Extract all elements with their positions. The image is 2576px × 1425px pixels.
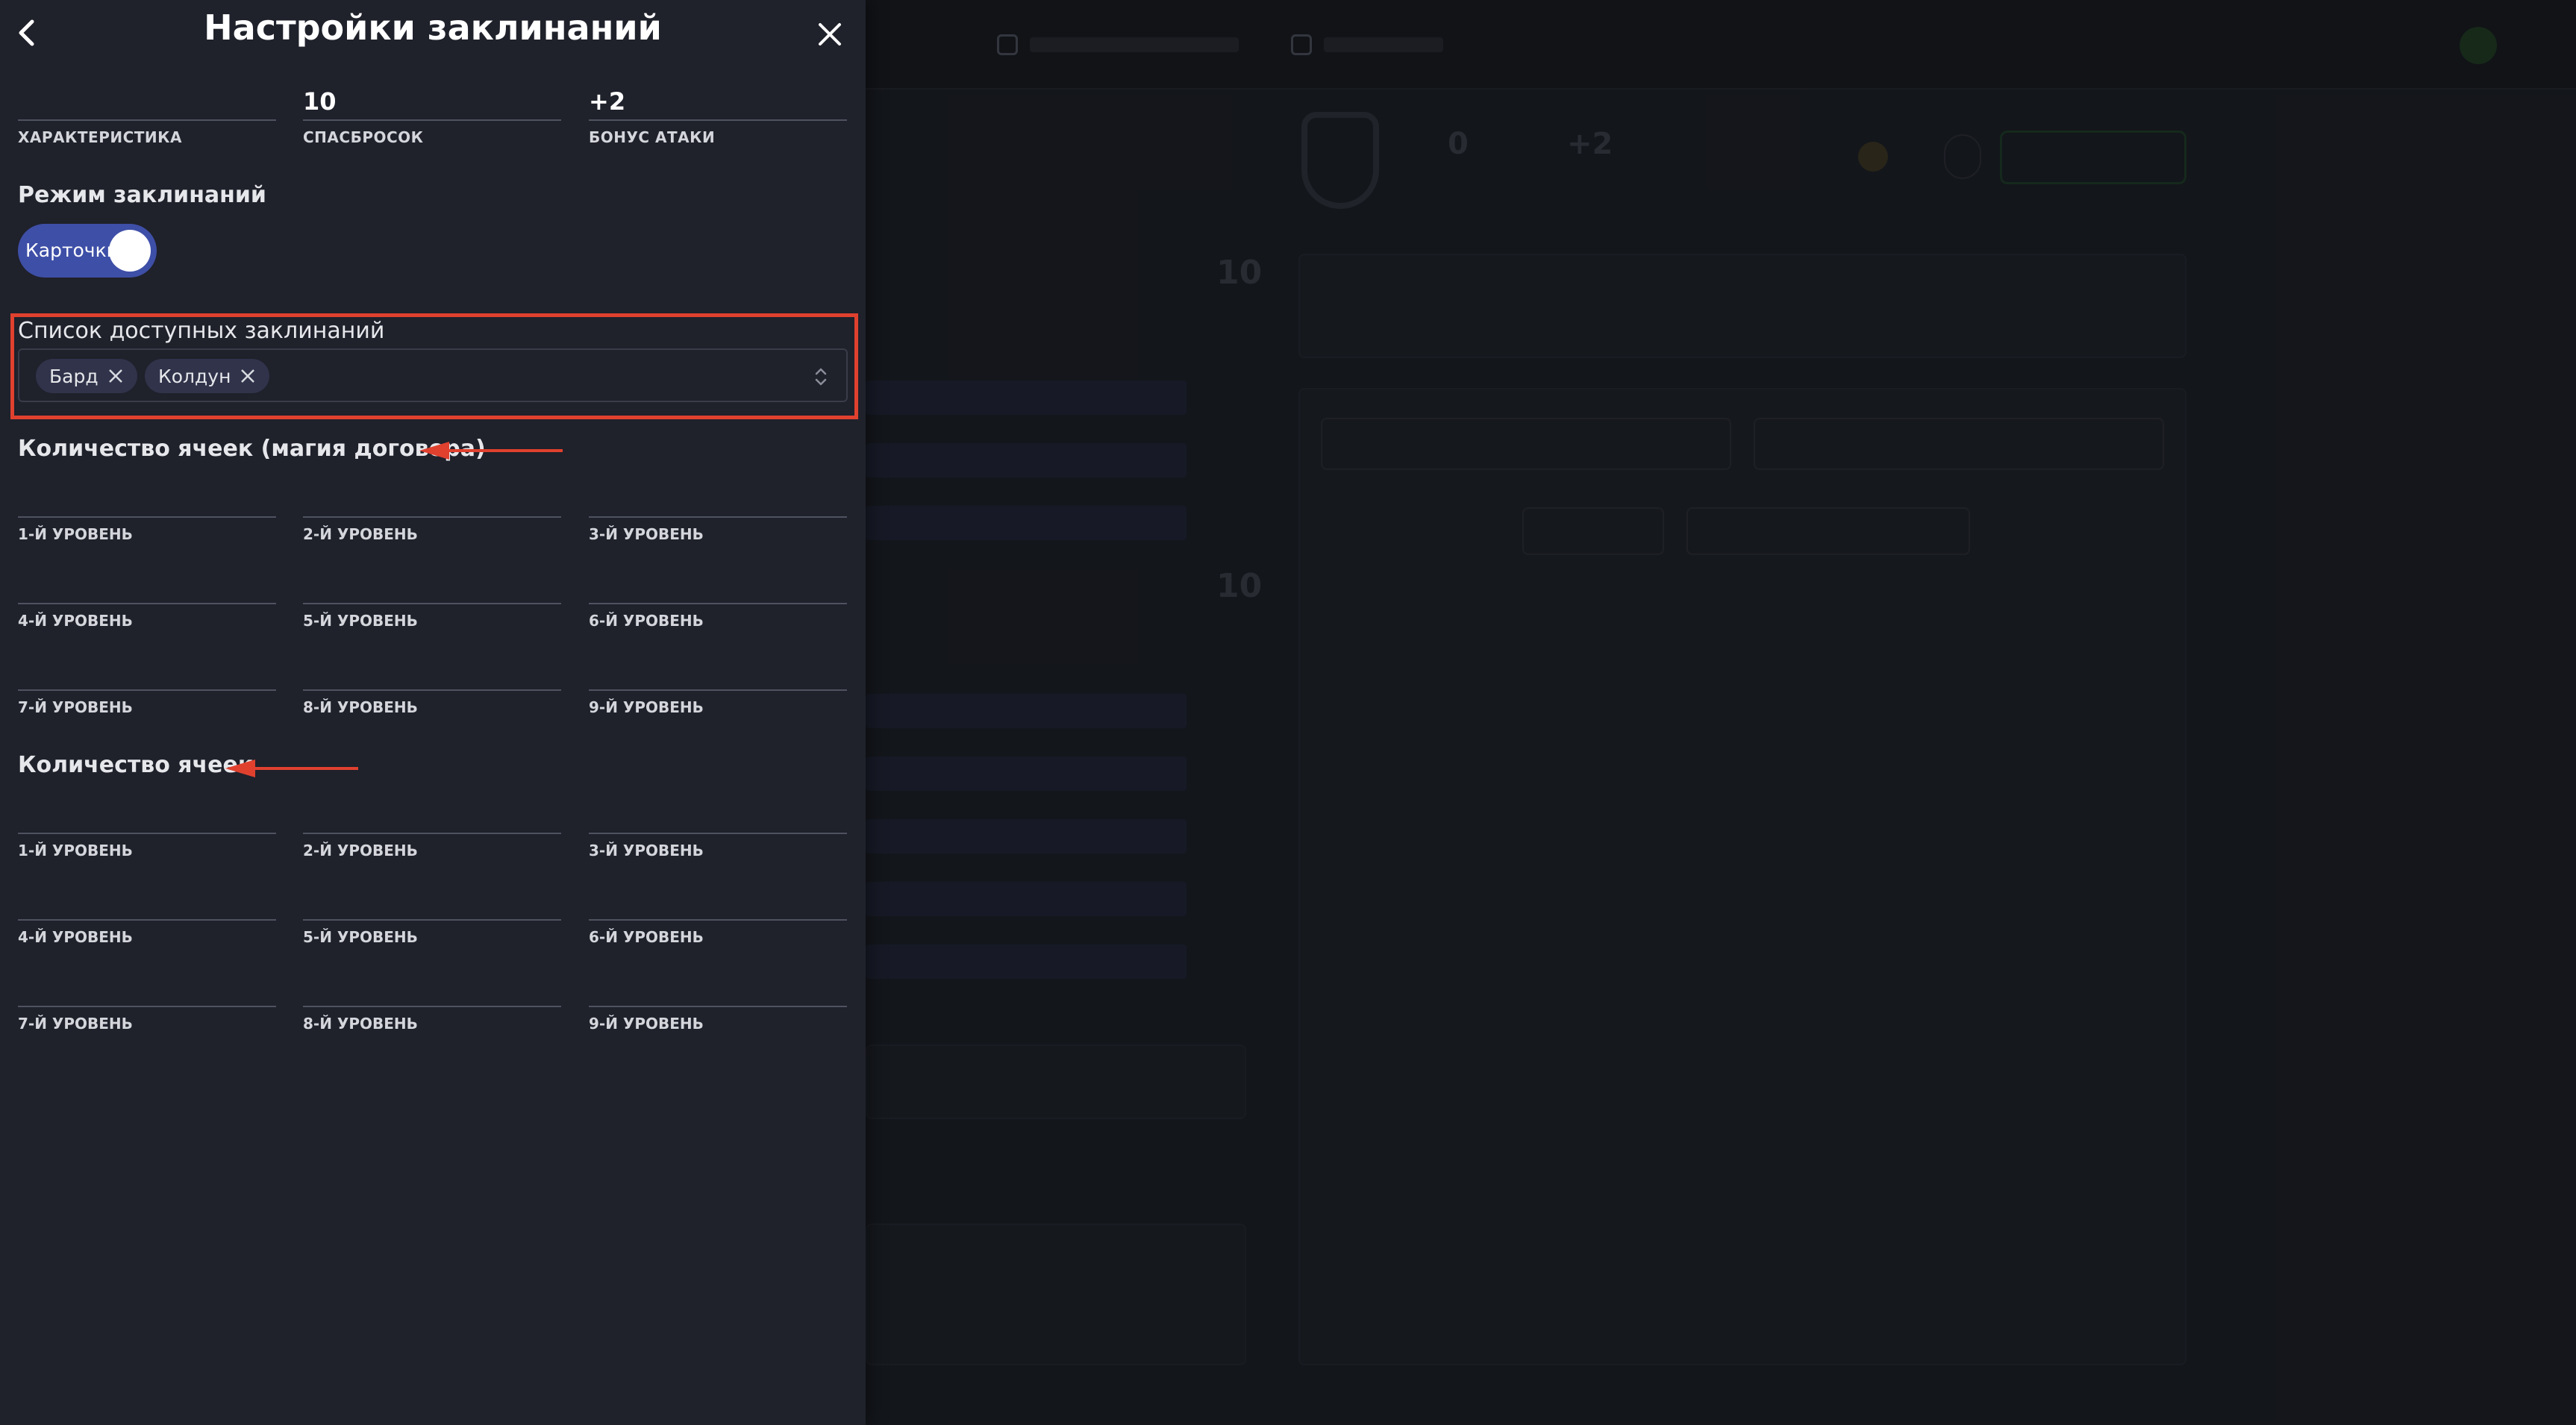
spell-slot-field[interactable]: 1-Й УРОВЕНЬ	[18, 833, 276, 859]
slot-level-label: 1-Й УРОВЕНЬ	[18, 525, 133, 543]
slot-level-label: 7-Й УРОВЕНЬ	[18, 1015, 133, 1033]
spell-mode-heading: Режим заклинаний	[18, 182, 266, 208]
spell-settings-drawer: Настройки заклинаний ХАРАКТЕРИСТИКА 10 С…	[0, 0, 866, 1425]
spell-slot-field[interactable]: 3-Й УРОВЕНЬ	[589, 833, 847, 859]
remove-tag-button[interactable]	[106, 366, 125, 386]
pact-slot-field[interactable]: 4-Й УРОВЕНЬ	[18, 603, 276, 630]
spell-save-dc-value[interactable]: 10	[303, 82, 561, 121]
slot-level-label: 6-Й УРОВЕНЬ	[589, 928, 704, 946]
spell-slot-field[interactable]: 6-Й УРОВЕНЬ	[589, 919, 847, 946]
pact-slot-field[interactable]: 9-Й УРОВЕНЬ	[589, 689, 847, 716]
slot-level-label: 5-Й УРОВЕНЬ	[303, 928, 418, 946]
spell-mode-toggle-label: Карточки	[25, 239, 119, 261]
toggle-knob	[109, 230, 151, 272]
pact-slot-field[interactable]: 5-Й УРОВЕНЬ	[303, 603, 561, 630]
slot-level-label: 2-Й УРОВЕНЬ	[303, 842, 418, 859]
pact-slot-field[interactable]: 8-Й УРОВЕНЬ	[303, 689, 561, 716]
pact-slot-field[interactable]: 6-Й УРОВЕНЬ	[589, 603, 847, 630]
slot-level-label: 4-Й УРОВЕНЬ	[18, 612, 133, 630]
slot-level-label: 4-Й УРОВЕНЬ	[18, 928, 133, 946]
spellcasting-ability-label: ХАРАКТЕРИСТИКА	[18, 128, 182, 146]
pact-slots-heading: Количество ячеек (магия договора)	[18, 436, 486, 462]
spellcasting-ability-field[interactable]: ХАРАКТЕРИСТИКА	[18, 82, 276, 146]
slot-level-label: 6-Й УРОВЕНЬ	[589, 612, 704, 630]
close-button[interactable]	[807, 12, 852, 57]
annotation-arrow	[419, 442, 563, 460]
spell-attack-bonus-label: БОНУС АТАКИ	[589, 128, 716, 146]
tag-label: Бард	[49, 365, 99, 387]
pact-slot-field[interactable]: 3-Й УРОВЕНЬ	[589, 516, 847, 543]
spell-save-dc-label: СПАСБРОСОК	[303, 128, 424, 146]
pact-slot-field[interactable]: 7-Й УРОВЕНЬ	[18, 689, 276, 716]
spell-slot-field[interactable]: 7-Й УРОВЕНЬ	[18, 1006, 276, 1033]
close-icon	[819, 23, 841, 46]
slot-level-label: 9-Й УРОВЕНЬ	[589, 1015, 704, 1033]
chevron-up-down-icon	[815, 368, 827, 386]
slot-level-label: 3-Й УРОВЕНЬ	[589, 842, 704, 859]
spell-slot-field[interactable]: 8-Й УРОВЕНЬ	[303, 1006, 561, 1033]
slot-level-label: 8-Й УРОВЕНЬ	[303, 698, 418, 716]
slot-level-label: 3-Й УРОВЕНЬ	[589, 525, 704, 543]
spell-mode-toggle[interactable]: Карточки	[18, 224, 157, 278]
spellcasting-ability-value[interactable]	[18, 82, 276, 121]
spell-list-tag: Колдун	[145, 359, 270, 393]
slot-level-label: 2-Й УРОВЕНЬ	[303, 525, 418, 543]
spell-slot-field[interactable]: 9-Й УРОВЕНЬ	[589, 1006, 847, 1033]
screen: 0 +2 10 10 Настройки заклинаний ХАРАКТЕР…	[0, 0, 2576, 1425]
spell-attack-bonus-field[interactable]: +2 БОНУС АТАКИ	[589, 82, 847, 146]
spell-slots-heading: Количество ячеек	[18, 752, 254, 778]
slot-level-label: 9-Й УРОВЕНЬ	[589, 698, 704, 716]
spell-save-dc-field[interactable]: 10 СПАСБРОСОК	[303, 82, 561, 146]
slot-level-label: 1-Й УРОВЕНЬ	[18, 842, 133, 859]
close-icon	[241, 369, 255, 383]
slot-level-label: 7-Й УРОВЕНЬ	[18, 698, 133, 716]
pact-slot-field[interactable]: 1-Й УРОВЕНЬ	[18, 516, 276, 543]
spell-lists-label: Список доступных заклинаний	[18, 318, 385, 344]
drawer-title: Настройки заклинаний	[204, 7, 662, 48]
slot-level-label: 5-Й УРОВЕНЬ	[303, 612, 418, 630]
tag-label: Колдун	[158, 365, 231, 387]
spell-attack-bonus-value[interactable]: +2	[589, 82, 847, 121]
slot-level-label: 8-Й УРОВЕНЬ	[303, 1015, 418, 1033]
close-icon	[108, 369, 122, 383]
annotation-arrow	[225, 760, 358, 777]
spell-list-tag: Бард	[36, 359, 137, 393]
remove-tag-button[interactable]	[238, 366, 257, 386]
spell-slot-field[interactable]: 2-Й УРОВЕНЬ	[303, 833, 561, 859]
spell-slot-field[interactable]: 5-Й УРОВЕНЬ	[303, 919, 561, 946]
spell-lists-select[interactable]: Бард Колдун	[18, 348, 848, 402]
pact-slot-field[interactable]: 2-Й УРОВЕНЬ	[303, 516, 561, 543]
spell-slot-field[interactable]: 4-Й УРОВЕНЬ	[18, 919, 276, 946]
